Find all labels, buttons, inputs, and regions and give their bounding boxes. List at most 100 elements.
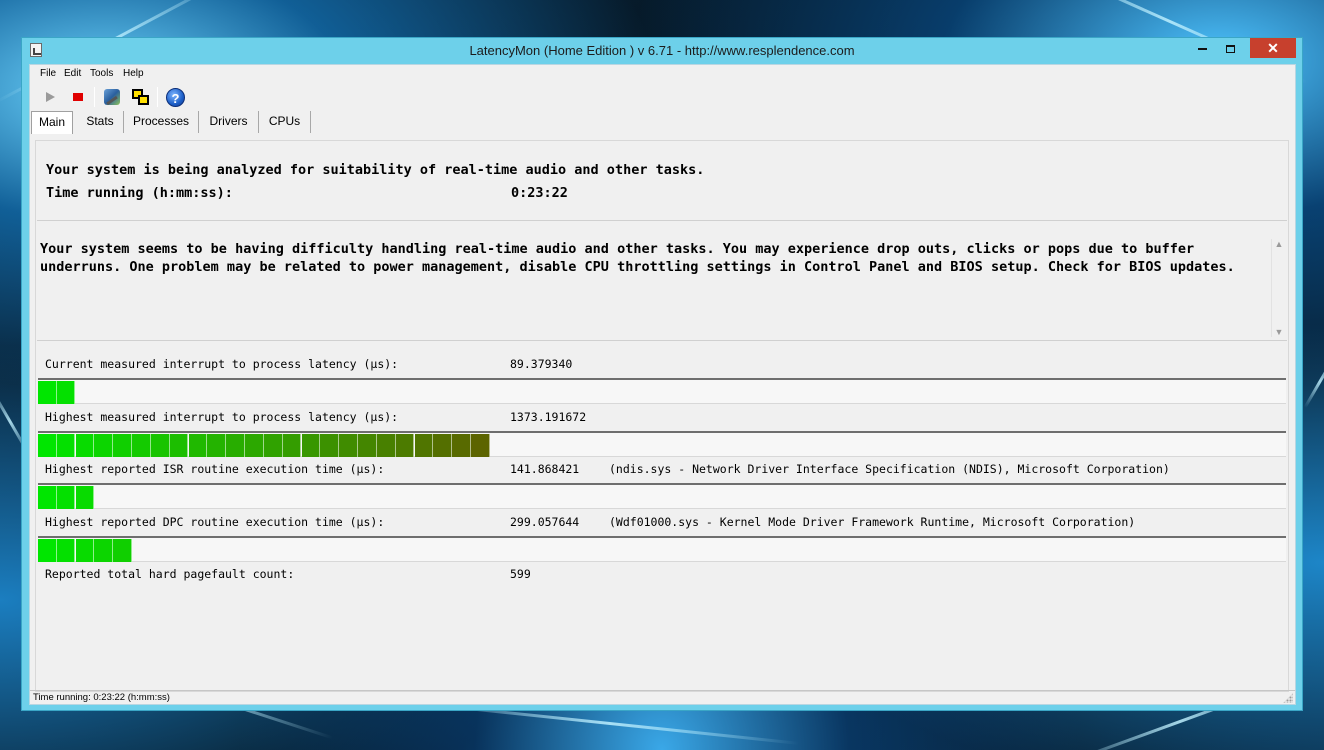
bar-segment <box>471 434 490 457</box>
bar-segment <box>75 539 95 562</box>
tools-icon <box>104 89 120 105</box>
metric-label: Highest reported DPC routine execution t… <box>45 515 385 529</box>
close-button[interactable]: ✕ <box>1250 38 1296 58</box>
bar-segment <box>75 434 95 457</box>
analysis-status: Your system is being analyzed for suitab… <box>37 142 1287 221</box>
minimize-button[interactable] <box>1190 38 1214 58</box>
metric-value: 141.868421 <box>510 462 580 476</box>
bar-segment <box>339 434 358 457</box>
bar-segment <box>452 434 471 457</box>
metric-value: 1373.191672 <box>510 410 587 424</box>
metric-detail: (Wdf01000.sys - Kernel Mode Driver Frame… <box>609 515 1136 529</box>
toolbar-separator <box>94 87 95 107</box>
windows-icon <box>132 89 150 105</box>
bar-segment <box>433 434 453 457</box>
time-running-value: 0:23:22 <box>511 185 568 201</box>
toolbar: ? <box>30 84 1295 110</box>
menu-tools[interactable]: Tools <box>90 68 113 79</box>
tab-processes[interactable]: Processes <box>124 111 199 133</box>
status-bar-text: Time running: 0:23:22 (h:mm:ss) <box>33 692 170 703</box>
tab-main[interactable]: Main <box>31 111 73 134</box>
maximize-icon <box>1225 44 1235 53</box>
conclusion-box[interactable]: Your system seems to be having difficult… <box>37 223 1287 341</box>
play-icon <box>46 92 55 102</box>
tab-cpus[interactable]: CPUs <box>259 111 311 133</box>
bar-segment <box>226 434 245 457</box>
bar-fill <box>38 381 76 404</box>
bar-segment <box>207 434 227 457</box>
metric-label: Highest measured interrupt to process la… <box>45 410 399 424</box>
bar-segment <box>358 434 377 457</box>
bar-segment <box>150 434 170 457</box>
bar-segment <box>376 434 396 457</box>
bar-segment <box>94 434 114 457</box>
bar-segment <box>38 434 57 457</box>
bar-segment <box>38 381 57 404</box>
metric-value: 299.057644 <box>510 515 580 529</box>
stop-button[interactable] <box>67 87 89 107</box>
dpc-time-bar <box>38 536 1286 562</box>
bar-segment <box>169 434 189 457</box>
scroll-down-icon[interactable]: ▼ <box>1272 327 1286 337</box>
toolbar-separator <box>157 87 158 107</box>
help-icon: ? <box>166 88 185 107</box>
tab-stats[interactable]: Stats <box>77 111 124 133</box>
close-icon: ✕ <box>1267 40 1279 56</box>
bar-segment <box>113 539 132 562</box>
windows-button[interactable] <box>130 87 152 107</box>
minimize-icon <box>1197 47 1207 50</box>
main-panel: Your system is being analyzed for suitab… <box>35 140 1289 692</box>
metric-label: Highest reported ISR routine execution t… <box>45 462 385 476</box>
conclusion-text: Your system seems to be having difficult… <box>40 241 1235 275</box>
tab-strip: Main Stats Processes Drivers CPUs <box>30 111 1295 134</box>
tab-drivers[interactable]: Drivers <box>199 111 259 133</box>
client-area: File Edit Tools Help ? Main Stats Proces… <box>29 64 1296 705</box>
bar-segment <box>75 486 95 509</box>
help-button[interactable]: ? <box>164 87 186 107</box>
metric-pagefault-count: Reported total hard pagefault count: 599 <box>45 567 1285 583</box>
menu-bar: File Edit Tools Help <box>30 65 1295 83</box>
bar-segment <box>188 434 208 457</box>
bar-fill <box>38 539 132 562</box>
status-bar: Time running: 0:23:22 (h:mm:ss) <box>30 690 1295 704</box>
conclusion-scrollbar[interactable]: ▲ ▼ <box>1271 239 1285 337</box>
title-bar[interactable]: LatencyMon (Home Edition ) v 6.71 - http… <box>22 38 1302 64</box>
bar-segment <box>320 434 340 457</box>
bar-segment <box>113 434 132 457</box>
bar-segment <box>56 381 76 404</box>
menu-file[interactable]: File <box>40 68 56 79</box>
metric-detail: (ndis.sys - Network Driver Interface Spe… <box>609 462 1170 476</box>
metric-highest-latency: Highest measured interrupt to process la… <box>45 410 1285 426</box>
resize-grip-icon[interactable] <box>1283 693 1293 703</box>
menu-help[interactable]: Help <box>123 68 144 79</box>
start-button[interactable] <box>39 87 61 107</box>
bar-segment <box>132 434 151 457</box>
scroll-up-icon[interactable]: ▲ <box>1272 239 1286 249</box>
bar-segment <box>38 539 57 562</box>
tools-button[interactable] <box>101 87 123 107</box>
bar-segment <box>263 434 283 457</box>
current-latency-bar <box>38 378 1286 404</box>
highest-latency-bar <box>38 431 1286 457</box>
metric-label: Reported total hard pagefault count: <box>45 567 295 581</box>
bar-segment <box>301 434 321 457</box>
bar-segment <box>282 434 302 457</box>
bar-segment <box>94 539 114 562</box>
metric-value: 599 <box>510 567 531 581</box>
stop-icon <box>73 93 83 101</box>
bar-fill <box>38 486 95 509</box>
bar-segment <box>56 539 76 562</box>
isr-time-bar <box>38 483 1286 509</box>
window-title: LatencyMon (Home Edition ) v 6.71 - http… <box>469 43 855 58</box>
time-running-label: Time running (h:mm:ss): <box>46 185 233 201</box>
maximize-button[interactable] <box>1218 38 1242 58</box>
bar-segment <box>395 434 415 457</box>
bar-segment <box>56 434 76 457</box>
menu-edit[interactable]: Edit <box>64 68 81 79</box>
bar-segment <box>56 486 76 509</box>
analysis-status-text: Your system is being analyzed for suitab… <box>46 162 705 178</box>
metric-dpc-time: Highest reported DPC routine execution t… <box>45 515 1285 531</box>
metric-value: 89.379340 <box>510 357 573 371</box>
latencymon-window: LatencyMon (Home Edition ) v 6.71 - http… <box>21 37 1303 711</box>
bar-segment <box>245 434 264 457</box>
